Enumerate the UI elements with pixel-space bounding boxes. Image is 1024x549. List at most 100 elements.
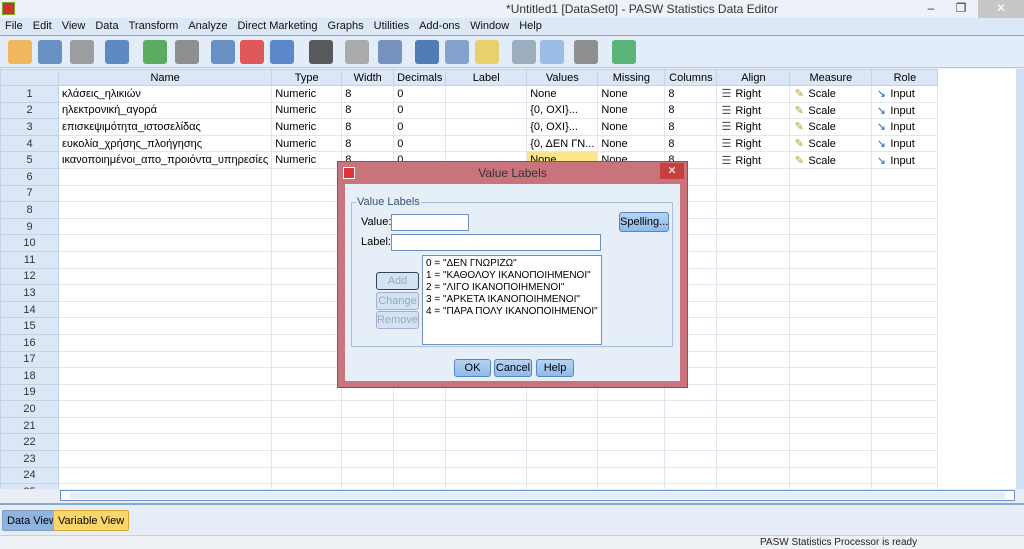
column-header-missing[interactable]: Missing	[597, 69, 666, 86]
cell-type[interactable]	[271, 234, 343, 252]
cell-measure[interactable]	[789, 167, 873, 186]
open-icon[interactable]	[8, 40, 32, 64]
cell-width[interactable]: 8	[341, 101, 395, 120]
cell-width[interactable]: 8	[341, 85, 395, 103]
row-number[interactable]: 2	[0, 101, 59, 120]
cell-name[interactable]	[57, 483, 273, 489]
spelling-button[interactable]: Spelling...	[619, 212, 669, 232]
cell-width[interactable]	[341, 450, 395, 468]
cell-measure[interactable]	[789, 217, 873, 236]
cell-missing[interactable]: None	[597, 101, 666, 120]
cell-measure[interactable]	[789, 234, 873, 252]
cell-align[interactable]	[716, 167, 791, 186]
cell-columns[interactable]	[664, 400, 718, 418]
cell-missing[interactable]	[597, 483, 666, 489]
cell-measure[interactable]: ✎ Scale	[789, 134, 873, 153]
cell-measure[interactable]: ✎ Scale	[789, 101, 873, 120]
cell-role[interactable]	[871, 450, 939, 468]
menu-file[interactable]: File	[0, 18, 28, 35]
column-header-decimals[interactable]: Decimals	[393, 69, 447, 86]
value-input[interactable]	[391, 214, 469, 231]
menu-view[interactable]: View	[57, 18, 91, 35]
row-number[interactable]: 13	[0, 284, 59, 302]
cell-role[interactable]: ↘ Input	[871, 151, 939, 169]
cell-type[interactable]	[271, 333, 343, 352]
menu-help[interactable]: Help	[514, 18, 547, 35]
cell-columns[interactable]	[664, 433, 718, 452]
cell-role[interactable]	[871, 250, 939, 269]
value-label-item[interactable]: 3 = "ΑΡΚΕΤΑ ΙΚΑΝΟΠΟΙΗΜΕΝΟΙ"	[426, 294, 598, 306]
minimize-button[interactable]: –	[916, 0, 946, 18]
row-number[interactable]: 15	[0, 317, 59, 335]
cell-role[interactable]	[871, 167, 939, 186]
insert-cases-icon[interactable]	[345, 40, 369, 64]
cell-label[interactable]	[445, 433, 528, 452]
cell-missing[interactable]: None	[597, 85, 666, 103]
goto-variable-icon[interactable]	[240, 40, 264, 64]
cell-label[interactable]	[445, 400, 528, 418]
cell-missing[interactable]	[597, 400, 666, 418]
menu-transform[interactable]: Transform	[124, 18, 184, 35]
cell-label[interactable]	[445, 118, 528, 136]
cell-align[interactable]	[716, 383, 791, 402]
cell-missing[interactable]	[597, 416, 666, 435]
column-header-role[interactable]: Role	[871, 69, 939, 86]
cell-role[interactable]: ↘ Input	[871, 101, 939, 120]
cell-width[interactable]	[341, 400, 395, 418]
cell-label[interactable]	[445, 416, 528, 435]
cell-label[interactable]	[445, 134, 528, 153]
cell-columns[interactable]	[664, 466, 718, 485]
variables-icon[interactable]	[270, 40, 294, 64]
menu-direct-marketing[interactable]: Direct Marketing	[232, 18, 322, 35]
cell-align[interactable]	[716, 416, 791, 435]
split-file-icon[interactable]	[415, 40, 439, 64]
cell-role[interactable]	[871, 234, 939, 252]
cell-type[interactable]	[271, 300, 343, 319]
cell-decimals[interactable]: 0	[393, 134, 447, 153]
cell-role[interactable]	[871, 317, 939, 335]
cell-width[interactable]	[341, 466, 395, 485]
cell-decimals[interactable]	[393, 400, 447, 418]
column-header-columns[interactable]: Columns	[664, 69, 718, 86]
cell-type[interactable]	[271, 167, 343, 186]
cell-name[interactable]: ευκολία_χρήσης_πλοήγησης	[57, 134, 273, 153]
cell-measure[interactable]	[789, 184, 873, 203]
cell-role[interactable]	[871, 400, 939, 418]
restore-button[interactable]: ❐	[946, 0, 976, 18]
cell-type[interactable]	[271, 433, 343, 452]
cell-role[interactable]	[871, 416, 939, 435]
cell-values[interactable]: {0, ΟΧΙ}...	[526, 118, 599, 136]
cell-label[interactable]	[445, 85, 528, 103]
row-number[interactable]: 21	[0, 416, 59, 435]
cell-name[interactable]	[57, 300, 273, 319]
cell-type[interactable]	[271, 250, 343, 269]
label-input[interactable]	[391, 234, 601, 251]
column-header-name[interactable]: Name	[57, 69, 273, 86]
cell-role[interactable]	[871, 433, 939, 452]
tab-variable-view[interactable]: Variable View	[53, 510, 130, 531]
cell-type[interactable]	[271, 483, 343, 489]
ok-button[interactable]: OK	[454, 359, 491, 377]
row-number[interactable]: 4	[0, 134, 59, 153]
row-number[interactable]: 16	[0, 333, 59, 352]
cell-role[interactable]	[871, 383, 939, 402]
cell-measure[interactable]: ✎ Scale	[789, 151, 873, 169]
cell-role[interactable]: ↘ Input	[871, 118, 939, 136]
cell-name[interactable]	[57, 184, 273, 203]
column-header-type[interactable]: Type	[271, 69, 343, 86]
cell-measure[interactable]	[789, 267, 873, 286]
row-number[interactable]: 17	[0, 350, 59, 369]
column-header-width[interactable]: Width	[341, 69, 395, 86]
add-button[interactable]: Add	[376, 272, 419, 290]
row-number[interactable]: 19	[0, 383, 59, 402]
cell-align[interactable]	[716, 184, 791, 203]
menu-edit[interactable]: Edit	[28, 18, 57, 35]
cell-label[interactable]	[445, 466, 528, 485]
row-number[interactable]: 9	[0, 217, 59, 236]
cell-align[interactable]	[716, 234, 791, 252]
cell-name[interactable]	[57, 267, 273, 286]
value-label-item[interactable]: 4 = "ΠΑΡΑ ΠΟΛΥ ΙΚΑΝΟΠΟΙΗΜΕΝΟΙ"	[426, 306, 598, 318]
cell-role[interactable]	[871, 483, 939, 489]
print-icon[interactable]	[70, 40, 94, 64]
cell-name[interactable]	[57, 350, 273, 369]
